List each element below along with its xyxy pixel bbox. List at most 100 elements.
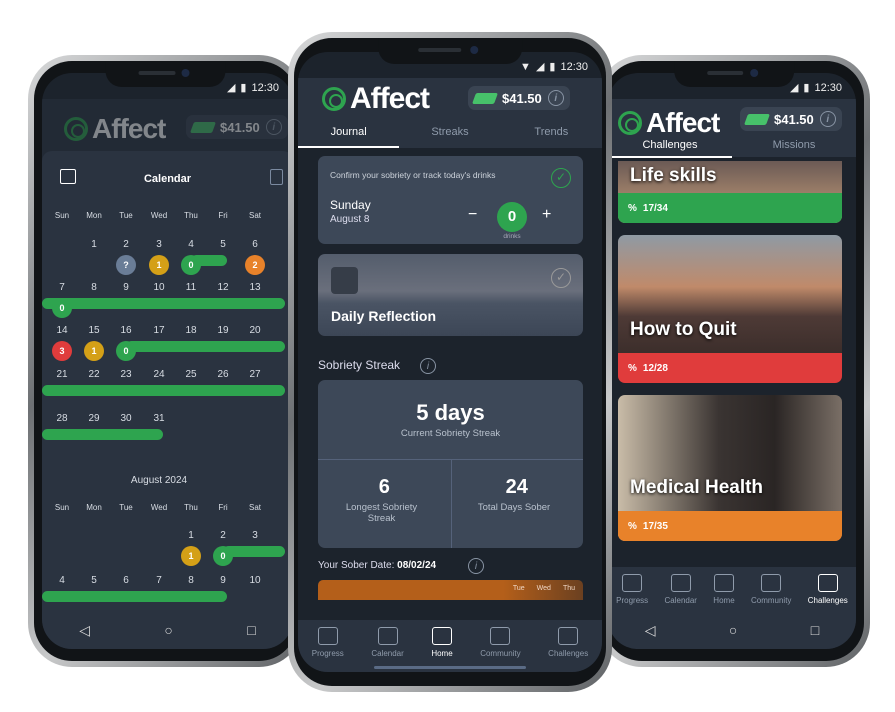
calendar-day[interactable]: 9	[211, 575, 235, 586]
info-icon[interactable]: i	[420, 358, 436, 374]
calendar-day[interactable]: 1	[179, 530, 203, 541]
calendar-day[interactable]: 23	[114, 369, 138, 380]
calendar-day[interactable]: 2	[211, 530, 235, 541]
calendar-day[interactable]: 8	[82, 282, 106, 293]
section-title: Sobriety Streak	[318, 358, 401, 372]
calendar-day[interactable]: 9	[114, 282, 138, 293]
wallet-balance[interactable]: $41.50 i	[186, 115, 288, 139]
daily-reflection-card[interactable]: ✓ Daily Reflection	[318, 254, 583, 336]
day-marker[interactable]: 0	[52, 298, 72, 318]
info-icon: i	[265, 119, 282, 135]
calendar-day[interactable]: 5	[82, 575, 106, 586]
day-marker[interactable]: 0	[116, 341, 136, 361]
confirm-check-button[interactable]: ✓	[551, 168, 571, 188]
tab-missions[interactable]: Missions	[732, 139, 856, 158]
tab-journal[interactable]: Journal	[298, 126, 400, 148]
calendar-day[interactable]: 19	[211, 325, 235, 336]
home-button[interactable]: ○	[164, 622, 172, 639]
calendar-day[interactable]: 4	[179, 239, 203, 250]
calendar-day[interactable]: 26	[211, 369, 235, 380]
calendar-day[interactable]: 15	[82, 325, 106, 336]
back-button[interactable]: ◁	[645, 622, 656, 639]
calendar-day[interactable]: 28	[50, 413, 74, 424]
calendar-day[interactable]: 1	[82, 239, 106, 250]
weekday-label: Sun	[54, 211, 70, 220]
weekday-label: Wed	[150, 503, 168, 512]
tab-streaks[interactable]: Streaks	[399, 126, 500, 148]
challenge-card[interactable]: How to Quit % 12/28	[618, 235, 842, 383]
day-marker[interactable]: 0	[213, 546, 233, 566]
percent-icon: %	[628, 202, 637, 214]
calendar-day[interactable]: 18	[179, 325, 203, 336]
wallet-balance[interactable]: $41.50 i	[468, 86, 570, 110]
calendar-day[interactable]: 24	[147, 369, 171, 380]
phone-journal: ▼ ◢ ▮ 12:30 Affect $41.50 i Journal Streaks …	[288, 32, 612, 692]
back-button[interactable]: ◁	[79, 622, 90, 639]
wifi-icon: ▼	[520, 60, 531, 73]
nav-calendar[interactable]: Calendar	[371, 620, 404, 672]
recent-button[interactable]: □	[247, 622, 255, 639]
calendar-day[interactable]: 12	[211, 282, 235, 293]
calendar-day[interactable]: 7	[50, 282, 74, 293]
calendar-day[interactable]: 31	[147, 413, 171, 424]
day-marker[interactable]: 3	[52, 341, 72, 361]
calendar-day[interactable]: 8	[179, 575, 203, 586]
decrement-button[interactable]: −	[468, 206, 477, 224]
nav-challenges[interactable]: Challenges	[548, 620, 588, 672]
calendar-day[interactable]: 3	[243, 530, 267, 541]
percent-icon: %	[628, 520, 637, 532]
calendar-day[interactable]: 6	[114, 575, 138, 586]
tab-trends[interactable]: Trends	[501, 126, 602, 148]
calendar-day[interactable]: 27	[243, 369, 267, 380]
calendar-day[interactable]: 22	[82, 369, 106, 380]
calendar-day[interactable]: 4	[50, 575, 74, 586]
chart-icon	[317, 627, 338, 645]
home-button[interactable]: ○	[729, 622, 737, 639]
day-marker[interactable]: ?	[116, 255, 136, 275]
home-indicator[interactable]	[374, 666, 526, 669]
chart-icon	[622, 574, 643, 592]
nav-home[interactable]: Home	[431, 620, 453, 672]
increment-button[interactable]: +	[542, 206, 551, 224]
day-marker[interactable]: 2	[245, 255, 265, 275]
signal-icon: ◢	[535, 61, 545, 73]
calendar-day[interactable]: 2	[114, 239, 138, 250]
journal-screen: ▼ ◢ ▮ 12:30 Affect $41.50 i Journal Streaks …	[298, 52, 602, 672]
calendar-day[interactable]: 13	[243, 282, 267, 293]
wallet-balance[interactable]: $41.50 i	[740, 107, 842, 131]
calendar-day[interactable]: 20	[243, 325, 267, 336]
tab-challenges[interactable]: Challenges	[608, 139, 732, 158]
day-marker[interactable]: 1	[181, 546, 201, 566]
calendar-day[interactable]: 30	[114, 413, 138, 424]
day-marker[interactable]: 0	[181, 255, 201, 275]
calendar-day[interactable]: 25	[179, 369, 203, 380]
home-icon	[431, 627, 452, 645]
day-marker[interactable]: 1	[149, 255, 169, 275]
nav-progress[interactable]: Progress	[312, 620, 344, 672]
calendar-day[interactable]: 10	[147, 282, 171, 293]
calendar-day[interactable]: 21	[50, 369, 74, 380]
weekday-label: Tue	[119, 211, 133, 220]
day-marker[interactable]: 1	[84, 341, 104, 361]
calendar-day[interactable]: 29	[82, 413, 106, 424]
calendar-day[interactable]: 11	[179, 282, 203, 293]
calendar-day[interactable]: 3	[147, 239, 171, 250]
calendar-day[interactable]: 17	[147, 325, 171, 336]
calendar-day[interactable]: 5	[211, 239, 235, 250]
challenge-card[interactable]: Life skills % 17/34	[618, 161, 842, 223]
community-icon	[490, 627, 511, 645]
nav-community[interactable]: Community	[480, 620, 521, 672]
sober-streak-bar	[126, 341, 285, 352]
calendar-day[interactable]: 6	[243, 239, 267, 250]
challenge-card[interactable]: Medical Health % 17/35	[618, 395, 842, 541]
phone-calendar: ◢ ▮ 12:30 Affect $41.50 i Calendar Sun Mon Tu…	[28, 55, 303, 667]
calendar-day[interactable]: 7	[147, 575, 171, 586]
sober-streak-bar	[42, 298, 285, 309]
calendar-day[interactable]: 10	[243, 575, 267, 586]
calendar-day[interactable]: 16	[114, 325, 138, 336]
info-icon[interactable]: i	[468, 558, 484, 574]
recent-button[interactable]: □	[811, 622, 819, 639]
calendar-day[interactable]: 14	[50, 325, 74, 336]
app-logo: Affect	[322, 82, 430, 116]
weekday-label: Thu	[184, 503, 198, 512]
